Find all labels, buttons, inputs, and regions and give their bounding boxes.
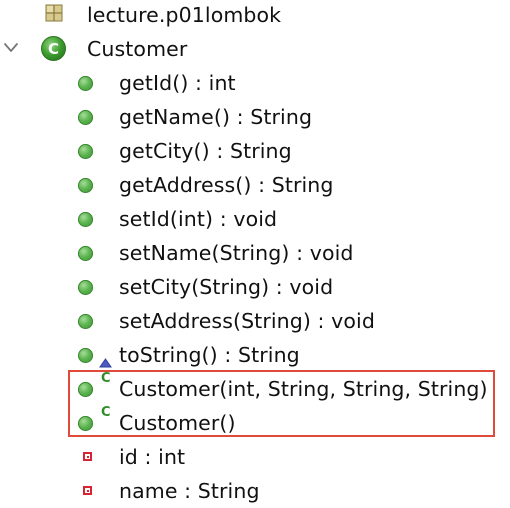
member-row[interactable]: setName(String) : void	[0, 236, 510, 270]
public-method-icon	[78, 246, 93, 261]
member-row[interactable]: getName() : String	[0, 100, 510, 134]
member-row[interactable]: setId(int) : void	[0, 202, 510, 236]
member-row[interactable]: setAddress(String) : void	[0, 304, 510, 338]
package-icon	[45, 4, 63, 22]
member-label: setAddress(String) : void	[119, 309, 375, 333]
member-label: name : String	[119, 479, 260, 503]
member-row[interactable]: getAddress() : String	[0, 168, 510, 202]
private-field-icon	[83, 486, 92, 495]
public-method-icon	[78, 144, 93, 159]
member-label: getCity() : String	[119, 139, 292, 163]
member-row[interactable]: getCity() : String	[0, 134, 510, 168]
chevron-down-icon[interactable]	[3, 41, 19, 55]
override-icon	[99, 358, 112, 368]
member-row[interactable]: getId() : int	[0, 66, 510, 100]
member-label: toString() : String	[119, 343, 300, 367]
public-method-icon	[78, 76, 93, 91]
class-label: Customer	[87, 37, 188, 61]
public-method-icon	[78, 212, 93, 227]
public-method-icon	[78, 280, 93, 295]
constructors-highlight-box	[68, 370, 495, 437]
member-label: setId(int) : void	[119, 207, 278, 231]
class-row[interactable]: C Customer	[0, 32, 510, 66]
private-field-icon	[83, 452, 92, 461]
member-label: setName(String) : void	[119, 241, 354, 265]
member-label: id : int	[119, 445, 186, 469]
public-method-icon	[78, 178, 93, 193]
member-row[interactable]: name : String	[0, 474, 510, 508]
member-row[interactable]: setCity(String) : void	[0, 270, 510, 304]
public-method-icon	[78, 110, 93, 125]
member-row[interactable]: toString() : String	[0, 338, 510, 372]
member-label: getId() : int	[119, 71, 236, 95]
package-row[interactable]: lecture.p01lombok	[0, 0, 510, 32]
member-label: getAddress() : String	[119, 173, 334, 197]
class-icon: C	[41, 36, 66, 61]
member-label: setCity(String) : void	[119, 275, 334, 299]
public-method-icon	[78, 348, 93, 363]
svg-text:C: C	[48, 40, 59, 58]
public-method-icon	[78, 314, 93, 329]
member-label: getName() : String	[119, 105, 313, 129]
member-row[interactable]: id : int	[0, 440, 510, 474]
package-label: lecture.p01lombok	[87, 3, 282, 27]
